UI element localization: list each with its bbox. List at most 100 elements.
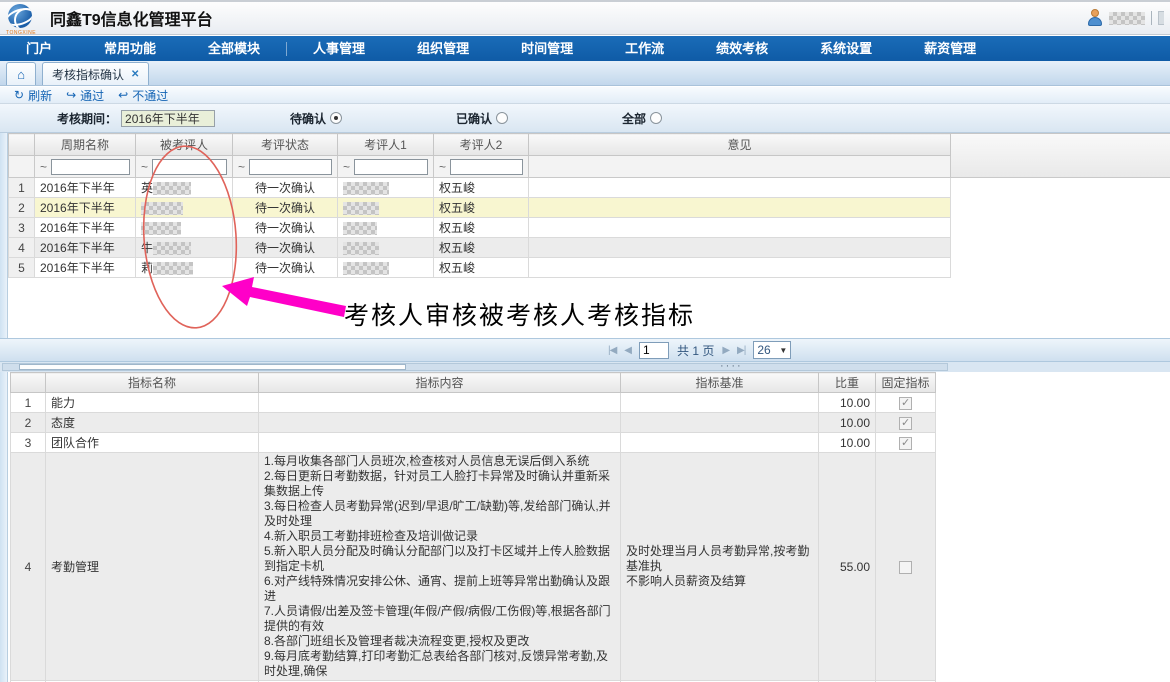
tab-home[interactable]: ⌂	[6, 62, 36, 85]
last-page-button[interactable]: ▶|	[737, 345, 745, 356]
filter-input-status[interactable]	[249, 159, 332, 175]
assessee-partial: 莉	[141, 261, 153, 275]
period-input[interactable]	[121, 110, 215, 127]
grid2-header-row: 指标名称 指标内容 指标基准 比重 固定指标	[11, 373, 936, 393]
top-header: TONGXINE 同鑫T9信息化管理平台	[0, 0, 1170, 35]
filter-input-assessee[interactable]	[152, 159, 227, 175]
col-header-opinion[interactable]: 意见	[529, 134, 951, 156]
nav-item-time[interactable]: 时间管理	[495, 36, 599, 61]
tab-close-icon[interactable]: ✕	[131, 69, 139, 80]
reject-label: 不通过	[132, 87, 168, 104]
radio-label-confirmed: 已确认	[456, 110, 492, 127]
approve-arrow-icon: ↪	[66, 88, 76, 102]
col-header-assessee[interactable]: 被考评人	[136, 134, 233, 156]
col-header-period[interactable]: 周期名称	[35, 134, 136, 156]
tilde-label: ~	[343, 160, 350, 174]
total-pages-label: 共 1 页	[677, 342, 714, 359]
table-row[interactable]: 1 能力 10.00	[11, 393, 936, 413]
horizontal-scrollbar[interactable]	[2, 363, 948, 371]
col-header-weight[interactable]: 比重	[819, 373, 876, 393]
refresh-button[interactable]: ↻ 刷新	[14, 87, 52, 104]
indicator-standard-text: 及时处理当月人员考勤异常,按考勤基准执 不影响人员薪资及结算	[626, 544, 813, 589]
fixed-checkbox[interactable]	[899, 561, 912, 574]
col-header-indicator-standard[interactable]: 指标基准	[621, 373, 819, 393]
first-page-button[interactable]: |◀	[608, 345, 616, 356]
user-icon	[1087, 9, 1103, 27]
censored-name	[343, 262, 389, 275]
nav-item-performance[interactable]: 绩效考核	[690, 36, 794, 61]
censored-name	[153, 262, 193, 275]
nav-item-common[interactable]: 常用功能	[78, 36, 182, 61]
fixed-checkbox[interactable]	[899, 397, 912, 410]
table-row[interactable]: 3 2016年下半年 待一次确认 权五峻	[9, 218, 951, 238]
approve-button[interactable]: ↪ 通过	[66, 87, 104, 104]
fixed-checkbox[interactable]	[899, 417, 912, 430]
col-header-status[interactable]: 考评状态	[233, 134, 338, 156]
left-panel-edge-bottom	[0, 372, 8, 682]
filter-input-assessor1[interactable]	[354, 159, 428, 175]
indicator-grid: 指标名称 指标内容 指标基准 比重 固定指标 1 能力 10.00 2 态度 1…	[10, 372, 936, 682]
left-panel-edge	[0, 133, 8, 338]
col-header-assessor2[interactable]: 考评人2	[434, 134, 529, 156]
tilde-label: ~	[238, 160, 245, 174]
user-divider	[1151, 11, 1152, 25]
censored-name	[153, 182, 191, 195]
nav-item-workflow[interactable]: 工作流	[599, 36, 690, 61]
filter-input-period[interactable]	[51, 159, 130, 175]
next-page-button[interactable]: ▶	[722, 345, 729, 356]
home-icon: ⌂	[17, 67, 25, 82]
censored-name	[153, 242, 191, 255]
nav-item-all-modules[interactable]: 全部模块	[182, 36, 286, 61]
col-header-indicator-name[interactable]: 指标名称	[46, 373, 259, 393]
nav-item-salary[interactable]: 薪资管理	[898, 36, 1002, 61]
grid1-corner	[9, 134, 35, 156]
nav-item-portal[interactable]: 门户	[0, 36, 78, 61]
radio-label-all: 全部	[622, 110, 646, 127]
nav-item-hr[interactable]: 人事管理	[287, 36, 391, 61]
table-row[interactable]: 5 2016年下半年 莉 待一次确认 权五峻	[9, 258, 951, 278]
page-size-select[interactable]: 26 ▼	[753, 341, 791, 359]
radio-all[interactable]	[650, 112, 662, 124]
radio-confirmed[interactable]	[496, 112, 508, 124]
reject-button[interactable]: ↩ 不通过	[118, 87, 168, 104]
censored-name	[343, 222, 377, 235]
nav-item-org[interactable]: 组织管理	[391, 36, 495, 61]
censored-name	[343, 182, 389, 195]
table-row-selected[interactable]: 2 2016年下半年 待一次确认 权五峻	[9, 198, 951, 218]
censored-name	[141, 202, 183, 215]
censored-name	[343, 202, 379, 215]
filter-bar: 考核期间： 待确认 已确认 全部	[0, 104, 1170, 133]
annotation-text: 考核人审核被考核人考核指标	[344, 296, 695, 332]
grid1-header-filler	[950, 133, 1170, 178]
scrollbar-thumb[interactable]	[19, 364, 406, 370]
table-row[interactable]: 1 2016年下半年 英 待一次确认 权五峻	[9, 178, 951, 198]
chevron-down-icon: ▼	[779, 346, 787, 355]
grid1-filter-row: ~ ~ ~ ~ ~	[9, 156, 951, 178]
main-nav: 门户 常用功能 全部模块 人事管理 组织管理 时间管理 工作流 绩效考核 系统设…	[0, 36, 1170, 61]
action-toolbar: ↻ 刷新 ↪ 通过 ↩ 不通过	[0, 87, 1170, 104]
edge-fragment-icon	[1158, 11, 1164, 25]
table-row[interactable]: 4 考勤管理 1.每月收集各部门人员班次,检查核对人员信息无误后倒入系统 2.每…	[11, 453, 936, 681]
tab-assessment-confirm[interactable]: 考核指标确认 ✕	[42, 62, 149, 85]
col-header-assessor1[interactable]: 考评人1	[338, 134, 434, 156]
table-row[interactable]: 3 团队合作 10.00	[11, 433, 936, 453]
page-size-value: 26	[757, 343, 770, 357]
tab-bar: ⌂ 考核指标确认 ✕	[0, 61, 1170, 86]
table-row[interactable]: 2 态度 10.00	[11, 413, 936, 433]
prev-page-button[interactable]: ◀	[624, 345, 631, 356]
fixed-checkbox[interactable]	[899, 437, 912, 450]
app-logo-icon: TONGXINE	[8, 4, 38, 32]
filter-input-assessor2[interactable]	[450, 159, 523, 175]
grid1-header-row: 周期名称 被考评人 考评状态 考评人1 考评人2 意见	[9, 134, 951, 156]
page-number-input[interactable]	[639, 342, 669, 359]
col-header-indicator-content[interactable]: 指标内容	[259, 373, 621, 393]
splitter-handle-icon[interactable]: ····	[720, 360, 743, 372]
nav-item-system[interactable]: 系统设置	[794, 36, 898, 61]
col-header-fixed[interactable]: 固定指标	[876, 373, 936, 393]
tab-label: 考核指标确认	[52, 66, 124, 83]
assessee-partial: 英	[141, 181, 153, 195]
table-row[interactable]: 4 2016年下半年 牛 待一次确认 权五峻	[9, 238, 951, 258]
radio-pending[interactable]	[330, 112, 342, 124]
assessment-grid: 周期名称 被考评人 考评状态 考评人1 考评人2 意见 ~ ~ ~ ~ ~ 1 …	[8, 133, 951, 278]
annotation-arrow	[222, 277, 346, 317]
